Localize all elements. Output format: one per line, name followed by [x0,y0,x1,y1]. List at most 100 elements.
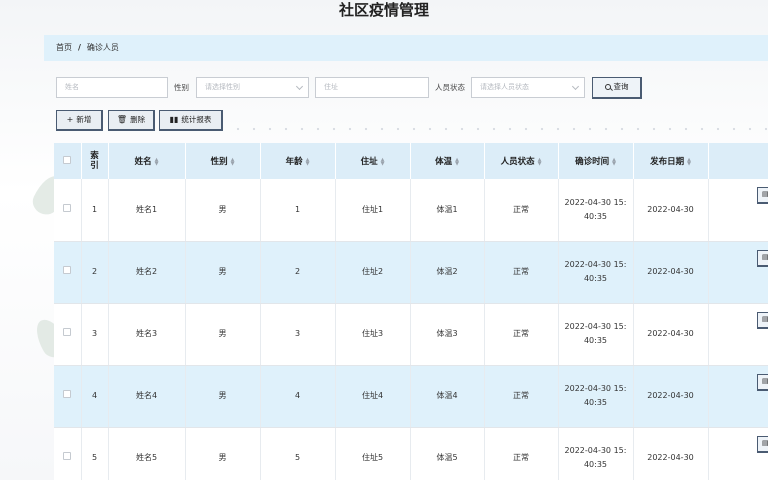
cell-index: 5 [81,427,109,480]
header-status-label: 人员状态 [500,157,535,167]
header-address[interactable]: 住址 ▲ ▼ [335,143,411,179]
cell-index: 4 [81,365,109,428]
row-checkbox[interactable] [63,390,72,398]
header-index-label: 索引 [90,151,99,171]
header-age-label: 年龄 [285,157,303,167]
delete-button[interactable]: 🗑 删除 [108,110,155,131]
cell-publish-date: 2022-04-30 [633,241,709,304]
cell-status: 正常 [484,241,559,304]
detail-button[interactable]: ▤详情 [757,373,768,391]
sort-icon: ▲ ▼ [537,156,542,167]
cell-publish-date: 2022-04-30 [633,303,709,366]
cell-index: 1 [81,179,109,242]
plus-icon: + [66,115,74,124]
sort-icon: ▲ ▼ [230,156,235,167]
header-status[interactable]: 人员状态 ▲ ▼ [484,143,559,179]
detail-button[interactable]: ▤详情 [757,435,768,453]
add-button[interactable]: + 新增 [56,110,103,131]
table-row[interactable]: 5 姓名5 男 5 住址5 体温5 正常 2022-04-30 15:40:35 2022-04… [54,427,768,480]
row-checkbox[interactable] [63,266,72,274]
search-bar: 姓名 性别 请选择性别 住址 人员状态 请选择人员状态 查询 [0,77,768,99]
cell-age: 5 [260,427,336,480]
cell-index: 2 [81,241,109,304]
header-diagnosis-time[interactable]: 确诊时间 ▲ ▼ [558,143,634,179]
cell-name: 姓名4 [108,365,186,428]
sort-icon: ▲ ▼ [380,156,385,167]
detail-button[interactable]: ▤详情 [757,187,768,204]
select-all-cell [54,143,82,179]
row-checkbox[interactable] [63,328,72,336]
chevron-down-icon [571,82,580,91]
sort-icon: ▲ ▼ [455,156,459,167]
cell-status: 正常 [484,365,559,428]
query-button[interactable]: 查询 [592,77,642,99]
cell-diagnosis-time: 2022-04-30 15:40:35 [558,303,634,366]
detail-button[interactable]: ▤详情 [757,249,768,267]
header-diagnosis-time-label: 确诊时间 [575,157,610,167]
header-publish-date[interactable]: 发布日期 ▲ ▼ [633,143,709,179]
cell-name: 姓名5 [108,427,186,480]
report-button[interactable]: ▮▮ 统计报表 [159,110,223,131]
gender-select-placeholder: 请选择性别 [205,83,240,91]
cell-age: 4 [260,365,336,428]
delete-button-label: 删除 [130,115,146,124]
cell-gender: 男 [185,303,261,366]
cell-temperature: 体温2 [410,241,485,304]
status-select[interactable]: 请选择人员状态 [471,77,585,98]
gender-select[interactable]: 请选择性别 [196,77,309,98]
cell-index: 3 [81,303,109,366]
table-row[interactable]: 3 姓名3 男 3 住址3 体温3 正常 2022-04-30 15:40:35 2022-04… [54,303,768,366]
row-select-cell [54,427,82,480]
cell-publish-date: 2022-04-30 [633,365,709,428]
cell-publish-date: 2022-04-30 [633,179,709,242]
cell-publish-date: 2022-04-30 [633,427,709,480]
cell-name: 姓名2 [108,241,186,304]
document-icon: ▤ [762,314,768,323]
cell-status: 正常 [484,179,559,242]
header-index: 索引 [81,143,109,179]
cell-address: 住址3 [335,303,411,366]
select-all-checkbox[interactable] [63,155,72,164]
row-actions-cell: ▤详情 [708,303,768,366]
cell-diagnosis-time: 2022-04-30 15:40:35 [558,427,634,480]
header-name-label: 姓名 [134,157,152,167]
data-table-container: 索引 姓名 ▲ ▼ 性别 ▲ ▼ 年龄 ▲ ▼ 住址 ▲ ▼ 体温 ▲ ▼ 人员状态 ▲ ▼ 确诊时间 ▲… [54,143,768,480]
name-search-input[interactable]: 姓名 [56,77,168,98]
header-age[interactable]: 年龄 ▲ ▼ [260,143,336,179]
detail-button[interactable]: ▤详情 [757,311,768,329]
row-actions-cell: ▤详情 [708,365,768,428]
header-name[interactable]: 姓名 ▲ ▼ [108,143,186,179]
row-checkbox[interactable] [63,203,72,212]
cell-age: 2 [260,241,336,304]
header-actions [708,143,768,179]
cell-gender: 男 [185,427,261,480]
cell-temperature: 体温3 [410,303,485,366]
document-icon: ▤ [762,252,768,261]
cell-age: 1 [260,179,336,242]
cell-name: 姓名3 [108,303,186,366]
row-checkbox[interactable] [63,452,72,460]
sort-icon: ▲ ▼ [612,156,616,167]
table-row[interactable]: 4 姓名4 男 4 住址4 体温4 正常 2022-04-30 15:40:35 2022-04… [54,365,768,428]
search-icon [604,84,611,90]
row-select-cell [54,179,82,242]
cell-gender: 男 [185,179,261,242]
cell-address: 住址5 [335,427,411,480]
cell-address: 住址4 [335,365,411,428]
dotted-divider [230,126,768,132]
cell-status: 正常 [484,427,559,480]
header-gender[interactable]: 性别 ▲ ▼ [185,143,261,179]
header-temperature[interactable]: 体温 ▲ ▼ [410,143,485,179]
cell-temperature: 体温5 [410,427,485,480]
row-actions-cell: ▤详情 [708,179,768,242]
row-select-cell [54,303,82,366]
document-icon: ▤ [762,190,768,198]
document-icon: ▤ [762,376,768,385]
breadcrumb-home[interactable]: 首页 [56,43,72,52]
bar-chart-icon: ▮▮ [169,115,179,124]
address-search-input[interactable]: 住址 [315,77,429,98]
table-row[interactable]: 2 姓名2 男 2 住址2 体温2 正常 2022-04-30 15:40:35 2022-04… [54,241,768,304]
row-select-cell [54,365,82,428]
table-row[interactable]: 1 姓名1 男 1 住址1 体温1 正常 2022-04-30 15:40:35 2022-04… [54,179,768,242]
report-button-label: 统计报表 [181,115,212,124]
